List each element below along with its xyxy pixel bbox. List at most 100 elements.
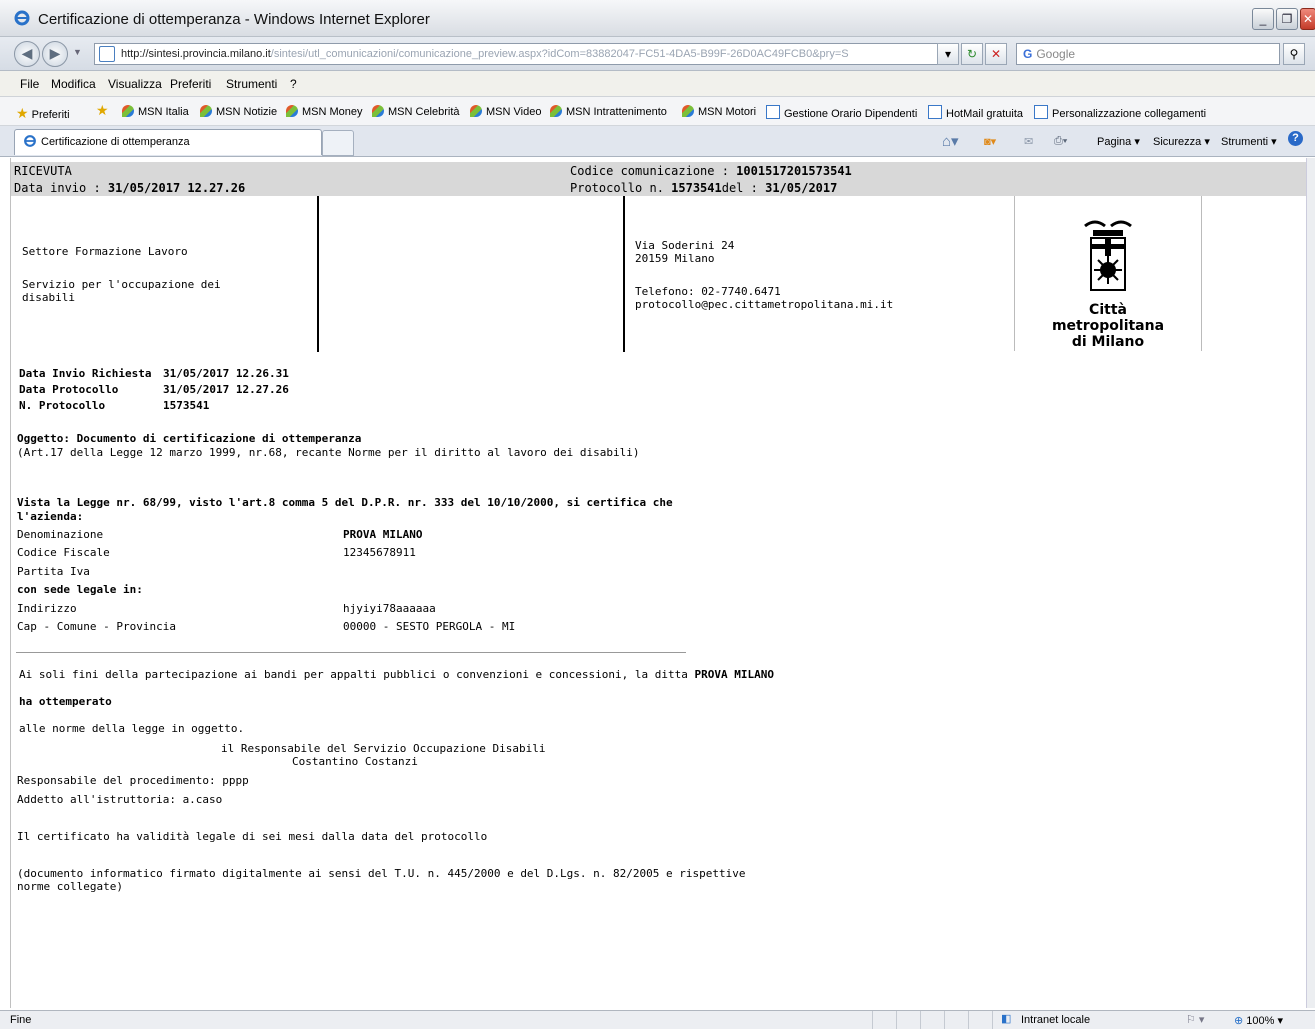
history-dropdown-icon[interactable]: ▼ [73, 47, 82, 57]
zone-text: Intranet locale [1021, 1014, 1091, 1026]
msn-icon [682, 105, 694, 117]
address-path: /sintesi/utl_comunicazioni/comunicazione… [270, 48, 849, 60]
divider [317, 196, 319, 352]
stop-button[interactable]: ✕ [985, 43, 1007, 65]
responsible-title: il Responsabile del Servizio Occupazione… [221, 742, 546, 755]
zone-cell: ◧ Intranet locale [992, 1011, 1177, 1029]
logo-line1: Città [1089, 302, 1127, 318]
page-content: RICEVUTA Data invio : 31/05/2017 12.27.2… [10, 158, 1307, 1008]
service-name: Servizio per l'occupazione dei disabili [22, 278, 221, 304]
msn-icon [286, 105, 298, 117]
ie-logo-icon [14, 10, 30, 26]
tab-bar: Certificazione di ottemperanza ⌂▾ ◙▾ ✉ ⎙… [0, 126, 1315, 157]
send-date-value: 31/05/2017 12.27.26 [107, 181, 246, 195]
fav-msn-money[interactable]: MSN Money [286, 105, 363, 118]
menu-visualizza[interactable]: Visualizza [108, 77, 162, 91]
msn-icon [470, 105, 482, 117]
close-button[interactable]: ✕ [1300, 8, 1315, 30]
page-icon [928, 105, 942, 119]
menu-file[interactable]: File [20, 77, 39, 91]
back-button[interactable]: ◀ [14, 41, 40, 67]
fav-label: MSN Celebrità [388, 106, 460, 118]
signature-note-line2: norme collegate) [17, 880, 123, 893]
fav-msn-video[interactable]: MSN Video [470, 105, 541, 118]
search-button[interactable]: ⚲ [1283, 43, 1305, 65]
protocol-label: Protocollo n. [570, 181, 672, 195]
menu-modifica[interactable]: Modifica [51, 77, 96, 91]
menu-help[interactable]: ? [290, 77, 297, 91]
procedure-owner: Responsabile del procedimento: pppp [17, 774, 249, 787]
refresh-button[interactable]: ↻ [961, 43, 983, 65]
vat-label: Partita Iva [17, 565, 90, 578]
fav-label: MSN Italia [138, 106, 189, 118]
law-line1: Vista la Legge nr. 68/99, visto l'art.8 … [17, 496, 673, 509]
mail-icon[interactable]: ✉ [1024, 135, 1033, 148]
address-input[interactable]: http://sintesi.provincia.milano.it/sinte… [94, 43, 956, 65]
intranet-icon: ◧ [1001, 1013, 1012, 1025]
search-input[interactable]: G Google [1016, 43, 1280, 65]
fav-msn-notizie[interactable]: MSN Notizie [200, 105, 277, 118]
protocol-date-label: Data Protocollo [19, 383, 119, 396]
page-menu[interactable]: Pagina ▾ [1097, 135, 1140, 148]
fav-msn-motori[interactable]: MSN Motori [682, 105, 756, 118]
menu-strumenti[interactable]: Strumenti [226, 77, 277, 91]
security-menu[interactable]: Sicurezza ▾ [1153, 135, 1210, 148]
receipt-header: RICEVUTA Data invio : 31/05/2017 12.27.2… [11, 162, 1307, 196]
fav-hotmail[interactable]: HotMail gratuita [928, 105, 1023, 120]
fav-personalizzazione[interactable]: Personalizzazione collegamenti [1034, 105, 1206, 120]
new-tab-button[interactable] [322, 130, 354, 156]
forward-button[interactable]: ▶ [42, 41, 68, 67]
fav-label: MSN Video [486, 106, 542, 118]
msn-icon [122, 105, 134, 117]
complied-text: ha ottemperato [19, 695, 112, 708]
page-menu-label: Pagina [1097, 136, 1132, 148]
fav-label: MSN Motori [698, 106, 757, 118]
request-date-value: 31/05/2017 12.26.31 [163, 367, 289, 380]
favorites-button[interactable]: ★ Preferiti [16, 105, 70, 122]
law-line2: l'azienda: [17, 510, 84, 523]
fav-msn-intrattenimento[interactable]: MSN Intrattenimento [550, 105, 667, 118]
add-favorite-icon[interactable]: ★ [96, 102, 109, 119]
minimize-button[interactable]: _ [1252, 8, 1274, 30]
page-icon [99, 46, 115, 62]
subject-title: Oggetto: Documento di certificazione di … [17, 432, 362, 445]
participation-text: Ai soli fini della partecipazione ai ban… [19, 668, 774, 681]
fiscal-code-value: 12345678911 [343, 546, 416, 559]
msn-icon [200, 105, 212, 117]
zoom-control[interactable]: ⊕ 100% ▾ [1234, 1014, 1283, 1027]
logo-line3: di Milano [1071, 334, 1145, 350]
vertical-scrollbar[interactable] [1306, 158, 1315, 1008]
star-icon: ★ [16, 105, 29, 121]
menu-preferiti[interactable]: Preferiti [170, 77, 211, 91]
feeds-icon[interactable]: ◙▾ [984, 135, 996, 148]
fav-msn-celebrita[interactable]: MSN Celebrità [372, 105, 460, 118]
favorites-bar: ★ Preferiti ★ MSN Italia MSN Notizie MSN… [0, 97, 1315, 126]
menu-bar: File Modifica Visualizza Preferiti Strum… [0, 71, 1315, 97]
participation-company: PROVA MILANO [694, 668, 774, 681]
google-icon: G [1023, 47, 1033, 61]
protocol-info: Protocollo n. 1573541del : 31/05/2017 [570, 181, 837, 195]
address-line1: Via Soderini 24 [635, 239, 735, 252]
protected-mode-icon[interactable]: ⚐ ▾ [1186, 1013, 1204, 1026]
communication-code: Codice comunicazione : 1001517201573541 [570, 164, 852, 178]
print-icon[interactable]: ⎙▾ [1054, 135, 1067, 148]
norms-text: alle norme della legge in oggetto. [19, 722, 245, 735]
email: protocollo@pec.cittametropolitana.mi.it [635, 298, 894, 311]
fav-gestione-orario[interactable]: Gestione Orario Dipendenti [766, 105, 917, 120]
status-bar: Fine ◧ Intranet locale ⚐ ▾ ⊕ 100% ▾ [0, 1010, 1315, 1029]
fav-label: MSN Intrattenimento [566, 106, 667, 118]
tools-menu[interactable]: Strumenti ▾ [1221, 135, 1277, 148]
tab-certificazione[interactable]: Certificazione di ottemperanza [14, 129, 322, 155]
maximize-button[interactable]: ❐ [1276, 8, 1298, 30]
help-icon[interactable]: ? [1288, 131, 1303, 146]
street-label: Indirizzo [17, 602, 77, 615]
address-dropdown-button[interactable]: ▾ [937, 43, 959, 65]
fav-msn-italia[interactable]: MSN Italia [122, 105, 189, 118]
responsible-name: Costantino Costanzi [292, 755, 418, 768]
divider [623, 196, 625, 352]
home-icon[interactable]: ⌂▾ [942, 132, 959, 150]
phone: Telefono: 02-7740.6471 [635, 285, 781, 298]
send-date: Data invio : 31/05/2017 12.27.26 [14, 181, 245, 195]
address-toolbar: ◀ ▶ ▼ http://sintesi.provincia.milano.it… [0, 37, 1315, 71]
address-line2: 20159 Milano [635, 252, 715, 265]
